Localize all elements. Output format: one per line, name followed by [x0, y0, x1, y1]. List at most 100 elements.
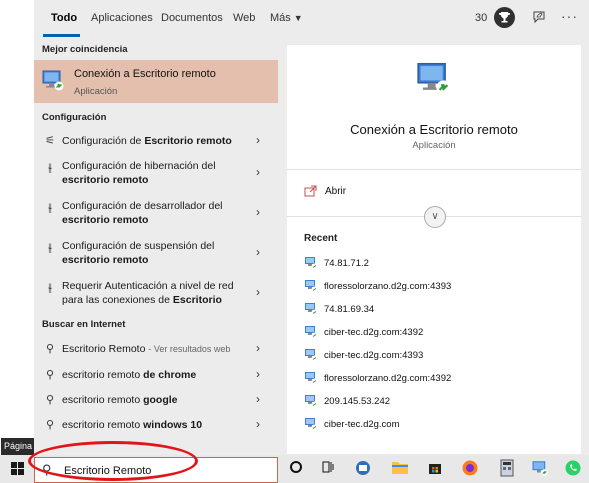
search-icon: ⚲ [45, 343, 55, 355]
chevron-right-icon: › [256, 245, 260, 259]
sliders-icon: ⚟ [45, 135, 55, 147]
store-icon[interactable] [425, 459, 445, 479]
preview-pane: Conexión a Escritorio remoto Aplicación … [287, 45, 581, 454]
task-view-icon[interactable] [318, 459, 338, 479]
chevron-right-icon: › [256, 285, 260, 299]
windows-logo-part [11, 469, 17, 475]
web-result[interactable]: ⚲ Escritorio Remoto - Ver resultados web… [34, 341, 278, 360]
chevron-right-icon: › [256, 165, 260, 179]
divider [287, 169, 581, 170]
recent-item[interactable]: floressolorzano.d2g.com:4393 [304, 279, 564, 293]
feedback-icon[interactable] [532, 10, 546, 27]
highlighted-term: Escritorio remoto [144, 135, 232, 147]
app-icon[interactable] [353, 459, 373, 479]
recent-item-label: 209.145.53.242 [324, 396, 391, 407]
taskbar-search-box[interactable]: ⚲ [34, 457, 278, 483]
remote-connection-icon [305, 418, 318, 431]
open-icon [304, 185, 317, 197]
cortana-icon[interactable] [286, 459, 306, 479]
web-result-text: Escritorio Remoto [62, 343, 146, 355]
tab-web[interactable]: Web [233, 12, 255, 24]
windows-logo-part [18, 469, 24, 475]
recent-item[interactable]: 74.81.69.34 [304, 302, 564, 316]
remote-desktop-glyph [532, 461, 548, 476]
search-tabs: Todo Aplicaciones Documentos Web Más ▼ 30… [34, 0, 589, 38]
section-best-match: Mejor coincidencia [42, 44, 128, 55]
tab-documentos[interactable]: Documentos [161, 12, 223, 24]
taskbar: ⚲ [0, 455, 589, 483]
calculator-icon[interactable] [497, 459, 517, 479]
config-item[interactable]: ⚟ Configuración de Escritorio remoto › [34, 133, 278, 156]
web-result[interactable]: ⚲ escritorio remoto de chrome › [34, 367, 278, 386]
config-item-label: Configuración de hibernación del escrito… [62, 160, 216, 186]
windows-logo-part [11, 462, 17, 468]
trophy-icon[interactable] [494, 7, 515, 28]
tab-aplicaciones[interactable]: Aplicaciones [91, 12, 153, 24]
web-result-label: escritorio remoto de chrome [62, 369, 197, 381]
chevron-right-icon: › [256, 417, 260, 431]
firefox-icon[interactable] [460, 459, 480, 479]
open-action[interactable]: Abrir [304, 185, 384, 199]
active-tab-indicator [43, 34, 80, 37]
web-result-label: escritorio remoto windows 10 [62, 419, 203, 431]
config-item[interactable]: ⫳ Configuración de hibernación del escri… [34, 159, 278, 191]
preview-title: Conexión a Escritorio remoto [350, 122, 518, 137]
recent-item-label: floressolorzano.d2g.com:4392 [324, 373, 452, 384]
folder-glyph [392, 462, 408, 474]
tab-mas[interactable]: Más ▼ [270, 12, 303, 24]
recent-item[interactable]: ciber-tec.d2g.com [304, 417, 564, 431]
remote-desktop-icon [42, 70, 64, 91]
firefox-glyph [462, 460, 478, 476]
config-item[interactable]: ⫳ Configuración de desarrollador del esc… [34, 199, 278, 231]
file-explorer-icon[interactable] [390, 459, 410, 479]
search-icon: ⚲ [45, 419, 55, 431]
whatsapp-icon[interactable] [563, 459, 583, 479]
highlighted-term: escritorio remoto [62, 254, 149, 266]
more-options-button[interactable]: ··· [561, 8, 578, 24]
config-item-label: Configuración de Escritorio remoto [62, 135, 232, 147]
web-result-label: escritorio remoto google [62, 394, 178, 406]
settings-icon: ⫳ [47, 242, 53, 254]
tab-mas-label: Más [270, 12, 291, 24]
recent-item-label: floressolorzano.d2g.com:4393 [324, 281, 452, 292]
highlighted-term: Escritorio [172, 294, 222, 306]
section-web: Buscar en Internet [42, 319, 126, 330]
recent-item[interactable]: ciber-tec.d2g.com:4392 [304, 325, 564, 339]
store-glyph [429, 464, 441, 474]
highlighted-term: google [143, 394, 178, 406]
highlighted-term: windows 10 [143, 419, 203, 431]
windows-logo-part [18, 462, 24, 468]
recent-item-label: 74.81.69.34 [324, 304, 375, 315]
recent-item[interactable]: 209.145.53.242 [304, 394, 564, 408]
settings-icon: ⫳ [47, 162, 53, 174]
highlighted-term: de chrome [143, 369, 197, 381]
windows-start-icon[interactable] [11, 462, 25, 476]
remote-connection-icon [305, 326, 318, 339]
web-result[interactable]: ⚲ escritorio remoto windows 10 › [34, 417, 278, 436]
best-match-item[interactable]: Conexión a Escritorio remoto Aplicación [34, 60, 278, 103]
chevron-down-icon: ▼ [293, 13, 303, 23]
recent-item[interactable]: floressolorzano.d2g.com:4392 [304, 371, 564, 385]
highlighted-term: escritorio remoto [62, 174, 149, 186]
web-result[interactable]: ⚲ escritorio remoto google › [34, 392, 278, 411]
recent-item-label: 74.81.71.2 [324, 258, 369, 269]
page-label: Página [1, 438, 34, 455]
config-item[interactable]: ⫳ Configuración de suspensión del escrit… [34, 239, 278, 271]
expand-chevron-icon[interactable]: ∨ [424, 206, 446, 228]
desktop-edge [0, 0, 34, 455]
web-result-label: Escritorio Remoto - Ver resultados web [62, 342, 252, 356]
recent-item[interactable]: ciber-tec.d2g.com:4393 [304, 348, 564, 362]
remote-connection-icon [305, 349, 318, 362]
settings-icon: ⫳ [47, 202, 53, 214]
search-input[interactable] [64, 465, 264, 477]
remote-desktop-taskbar-icon[interactable] [530, 459, 550, 479]
remote-connection-icon [305, 280, 318, 293]
search-panel: Todo Aplicaciones Documentos Web Más ▼ 30… [34, 0, 589, 455]
config-item[interactable]: ⫳ Requerir Autenticación a nivel de red … [34, 279, 278, 311]
tab-todo[interactable]: Todo [51, 12, 77, 24]
config-item-label: Configuración de suspensión del escritor… [62, 240, 215, 266]
config-item-label: Requerir Autenticación a nivel de red pa… [62, 280, 234, 306]
recent-item[interactable]: 74.81.71.2 [304, 256, 564, 270]
feedback-glyph [533, 11, 545, 24]
recent-item-label: ciber-tec.d2g.com [324, 419, 400, 430]
